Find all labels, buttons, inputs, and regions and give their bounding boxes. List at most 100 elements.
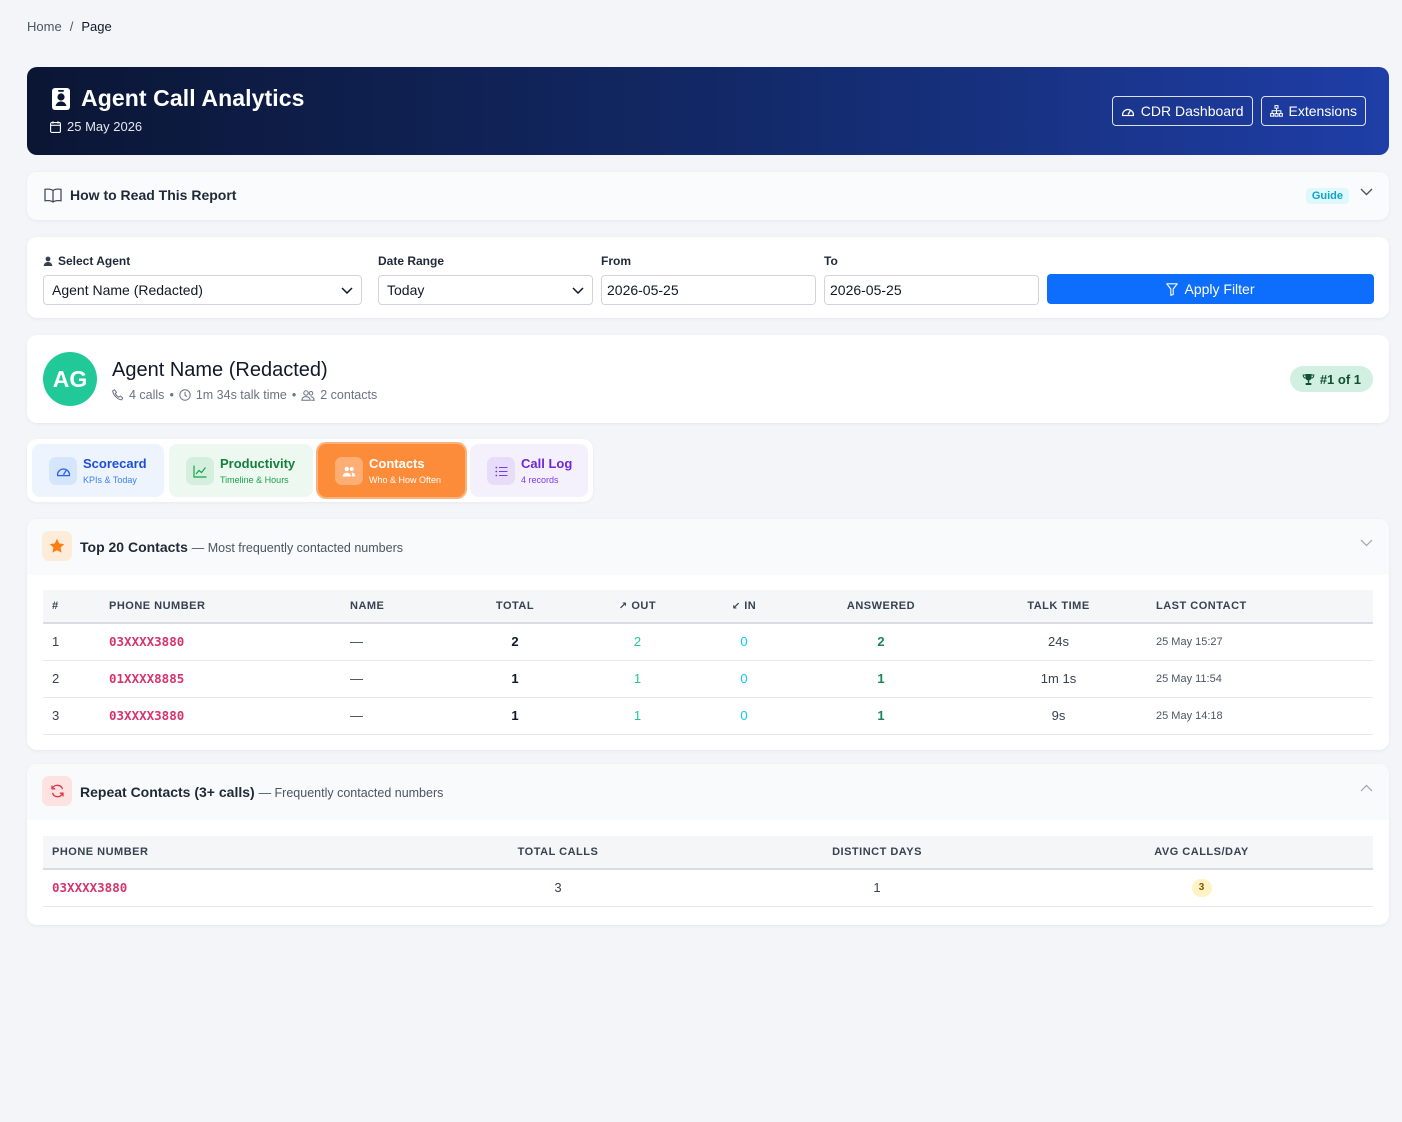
contact-name: — [341, 660, 451, 698]
agent-summary-card: AG Agent Name (Redacted) 4 calls • 1m 34… [27, 335, 1389, 423]
extensions-label: Extensions [1288, 103, 1357, 119]
agent-talk-time: 1m 34s talk time [195, 388, 287, 402]
date-range-select[interactable]: Today [378, 275, 593, 305]
rank-text: #1 of 1 [1319, 371, 1361, 387]
filter-panel: Select Agent Agent Name (Redacted) Date … [27, 237, 1389, 318]
from-date-input[interactable]: 2026-05-25 [601, 275, 816, 305]
col-out-label: OUT [631, 600, 657, 612]
guide-badge: Guide [1305, 188, 1349, 204]
col-distinct-days: DISTINCT DAYS [724, 836, 1030, 870]
to-filter: To 2026-05-25 [824, 254, 1039, 305]
gauge-icon [49, 457, 77, 485]
to-label: To [824, 254, 838, 268]
last-contact: 25 May 14:18 [1147, 697, 1373, 735]
contact-name: — [341, 623, 451, 661]
repeat-contacts-header[interactable]: Repeat Contacts (3+ calls) — Frequently … [27, 764, 1389, 820]
apply-filter-button[interactable]: Apply Filter [1047, 274, 1374, 304]
incoming-calls: 0 [696, 660, 792, 698]
separator-dot: • [291, 388, 297, 402]
rank-badge: #1 of 1 [1289, 366, 1373, 392]
report-date: 25 May 2026 [50, 119, 142, 134]
col-last-contact: LAST CONTACT [1147, 590, 1373, 624]
open-book-icon [44, 187, 62, 203]
tab-productivity-label: Productivity [220, 456, 296, 471]
to-date-input[interactable]: 2026-05-25 [824, 275, 1039, 305]
page-title: Agent Call Analytics [81, 85, 305, 111]
people-icon [301, 389, 316, 401]
clock-icon [179, 389, 191, 401]
agent-stats: 4 calls • 1m 34s talk time • 2 contacts [112, 388, 377, 402]
phone-number: 03XXXX3880 [100, 697, 341, 735]
repeat-contacts-panel: Repeat Contacts (3+ calls) — Frequently … [27, 764, 1389, 925]
cdr-dashboard-button[interactable]: CDR Dashboard [1111, 96, 1253, 126]
phone-number: 01XXXX8885 [100, 660, 341, 698]
breadcrumb: Home / Page [27, 19, 112, 34]
agent-select[interactable]: Agent Name (Redacted) [43, 275, 362, 305]
incoming-calls: 0 [696, 697, 792, 735]
separator-dot: • [169, 388, 174, 402]
date-range-value: Today [387, 282, 425, 298]
phone-icon [112, 389, 124, 401]
row-index: 3 [43, 697, 100, 735]
table-header-row: PHONE NUMBER TOTAL CALLS DISTINCT DAYS A… [43, 836, 1373, 870]
tab-scorecard[interactable]: Scorecard KPIs & Today [32, 444, 164, 497]
extensions-button[interactable]: Extensions [1260, 96, 1366, 126]
table-row: 2 01XXXX8885 — 1 1 0 1 1m 1s 25 May 11:5… [43, 660, 1373, 698]
date-range-label: Date Range [378, 254, 445, 268]
repeat-contacts-table: PHONE NUMBER TOTAL CALLS DISTINCT DAYS A… [43, 836, 1373, 907]
tab-scorecard-sub: KPIs & Today [83, 475, 137, 485]
talk-time: 1m 1s [970, 660, 1147, 698]
top-contacts-panel: Top 20 Contacts — Most frequently contac… [27, 519, 1389, 750]
report-tabs: Scorecard KPIs & Today Productivity Time… [27, 439, 593, 502]
col-talk-time: TALK TIME [970, 590, 1147, 624]
outgoing-calls: 2 [579, 623, 696, 661]
incoming-calls: 0 [696, 623, 792, 661]
arrow-down-left-icon: ↙ [731, 601, 741, 612]
arrow-up-right-icon: ↗ [618, 601, 628, 612]
col-in: ↙ IN [696, 590, 792, 624]
chevron-down-icon[interactable] [1360, 188, 1373, 196]
line-chart-icon [186, 457, 214, 485]
speedometer-icon [1121, 105, 1135, 117]
from-label: From [601, 254, 631, 268]
col-total-calls: TOTAL CALLS [392, 836, 724, 870]
col-index: # [43, 590, 100, 624]
tab-productivity[interactable]: Productivity Timeline & Hours [169, 444, 313, 497]
last-contact: 25 May 11:54 [1147, 660, 1373, 698]
repeat-contacts-subtitle: — Frequently contacted numbers [258, 786, 444, 800]
avg-calls-cell: 3 [1030, 869, 1373, 907]
phone-number: 03XXXX3880 [43, 869, 392, 907]
repeat-contacts-title: Repeat Contacts (3+ calls) [80, 784, 255, 800]
page-title-row: Agent Call Analytics [51, 85, 305, 112]
top-contacts-subtitle: — Most frequently contacted numbers [191, 541, 403, 555]
breadcrumb-home[interactable]: Home [27, 19, 62, 34]
agent-filter: Select Agent Agent Name (Redacted) [43, 254, 362, 305]
guide-title: How to Read This Report [70, 187, 237, 203]
chevron-down-icon[interactable] [1360, 539, 1373, 547]
breadcrumb-current: Page [81, 19, 112, 34]
tab-productivity-sub: Timeline & Hours [220, 475, 289, 485]
sitemap-icon [1269, 105, 1283, 117]
report-guide-panel[interactable]: How to Read This Report Guide [27, 172, 1389, 220]
tab-contacts[interactable]: Contacts Who & How Often [318, 444, 465, 497]
table-header-row: # PHONE NUMBER NAME TOTAL ↗ OUT ↙ IN ANS… [43, 590, 1373, 624]
chevron-down-icon [341, 286, 353, 294]
total-calls: 1 [451, 697, 579, 735]
top-contacts-header[interactable]: Top 20 Contacts — Most frequently contac… [27, 519, 1389, 575]
funnel-icon [1166, 282, 1179, 296]
col-phone: PHONE NUMBER [100, 590, 341, 624]
agent-contacts: 2 contacts [320, 388, 378, 402]
total-calls: 3 [392, 869, 724, 907]
chevron-up-icon[interactable] [1360, 784, 1373, 792]
top-contacts-table: # PHONE NUMBER NAME TOTAL ↗ OUT ↙ IN ANS… [43, 590, 1373, 735]
breadcrumb-separator: / [69, 19, 74, 34]
row-index: 1 [43, 623, 100, 661]
col-name: NAME [341, 590, 451, 624]
tab-contacts-label: Contacts [369, 456, 425, 471]
col-answered: ANSWERED [792, 590, 970, 624]
cdr-dashboard-label: CDR Dashboard [1140, 103, 1244, 119]
tab-call-log[interactable]: Call Log 4 records [470, 444, 588, 497]
col-total: TOTAL [451, 590, 579, 624]
avatar: AG [43, 352, 97, 406]
row-index: 2 [43, 660, 100, 698]
